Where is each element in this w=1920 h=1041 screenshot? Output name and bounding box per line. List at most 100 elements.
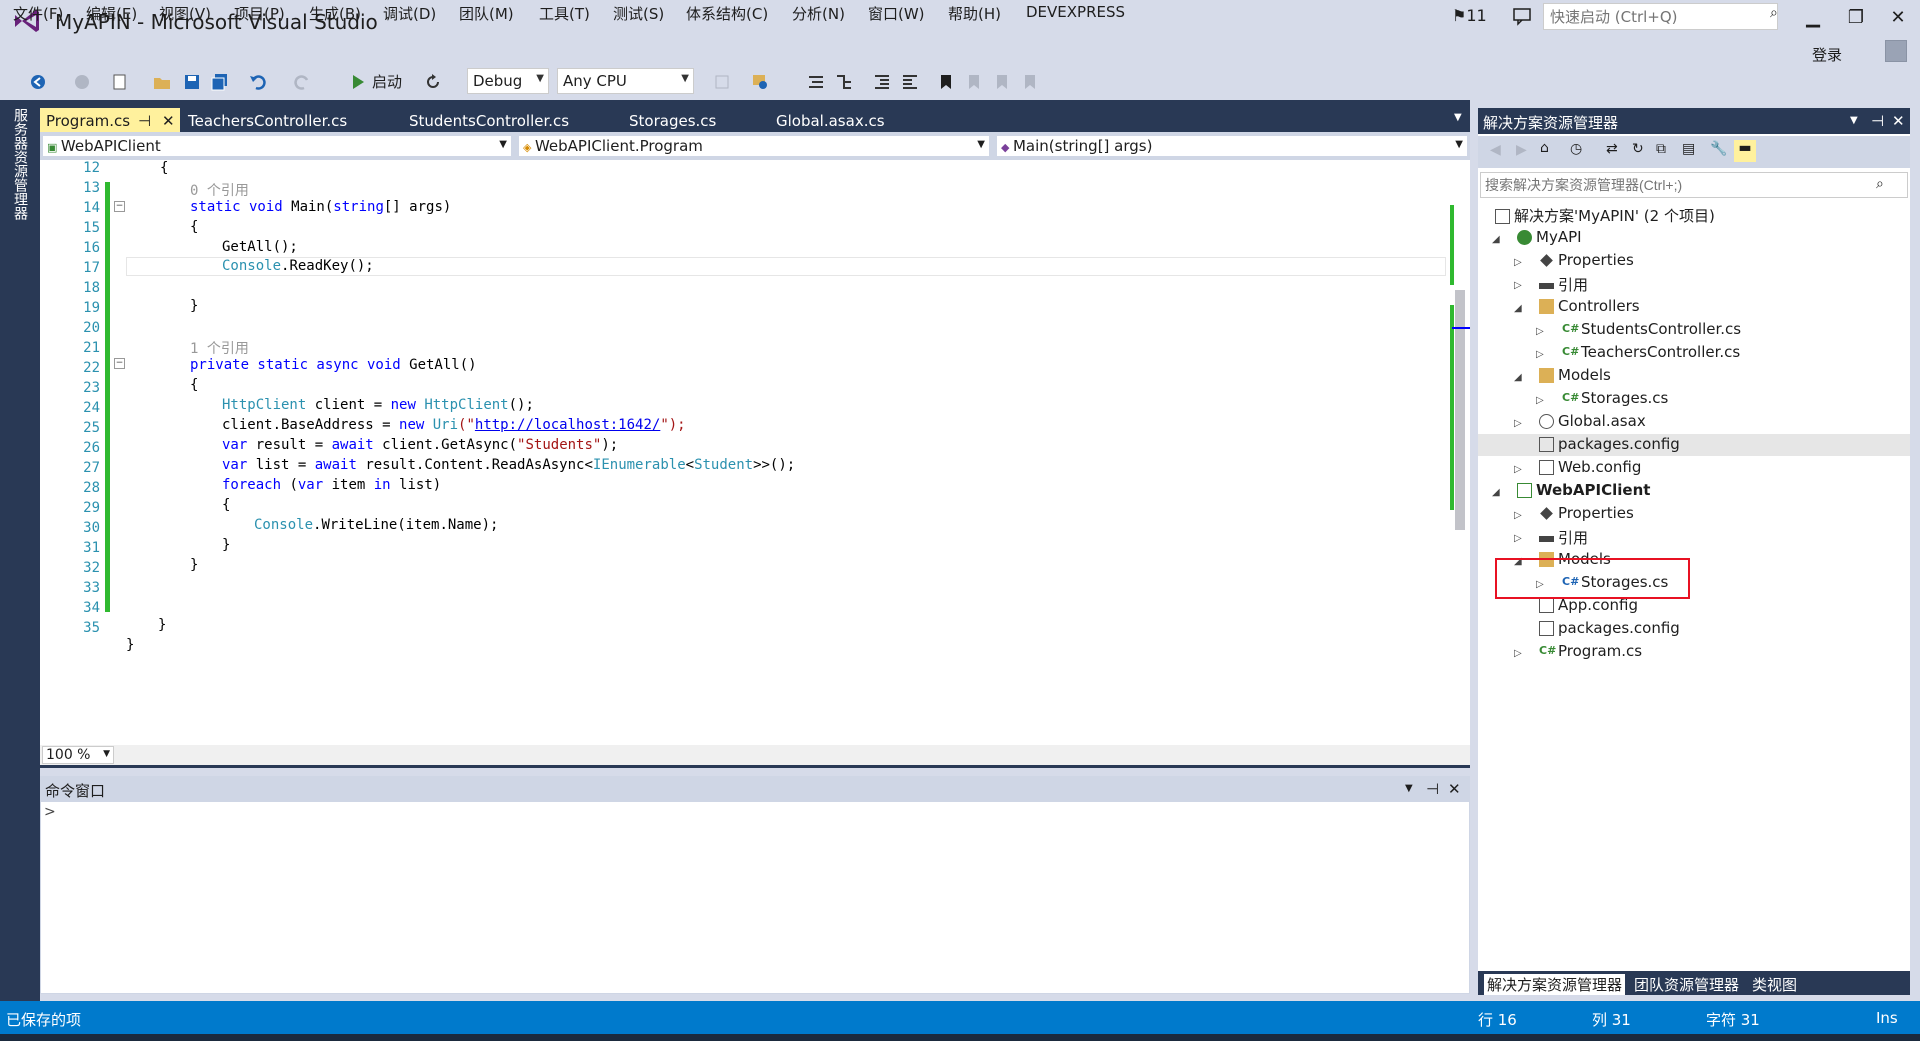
configuration-select[interactable]: Debug ▼ [467, 68, 549, 94]
next-bookmark-icon[interactable] [992, 72, 1012, 92]
tab-overflow-icon[interactable]: ▼ [1454, 112, 1462, 123]
quick-launch-input[interactable] [1543, 3, 1778, 30]
start-debug-icon[interactable] [348, 72, 368, 92]
expanded-icon[interactable]: ◢ [1492, 234, 1500, 245]
collapse-all-icon[interactable]: ⧉ [1656, 141, 1666, 157]
class-dropdown[interactable]: ◈ WebAPIClient.Program ▼ [518, 135, 990, 157]
login-link[interactable]: 登录 [1812, 44, 1842, 65]
start-button[interactable]: 启动 [372, 71, 402, 92]
collapsed-icon[interactable]: ▷ [1514, 464, 1522, 475]
close-icon[interactable]: ✕ [1892, 112, 1905, 130]
tab-class-view[interactable]: 类视图 [1752, 974, 1797, 995]
server-explorer-tab[interactable] [0, 100, 40, 1018]
tab-storages-cs[interactable]: Storages.cs [623, 108, 722, 132]
collapsed-icon[interactable]: ▷ [1536, 349, 1544, 360]
open-file-icon[interactable] [152, 72, 172, 92]
platform-select[interactable]: Any CPU ▼ [557, 68, 694, 94]
tree-item-teacherscontroller[interactable]: C# TeachersController.cs [1562, 343, 1740, 361]
home-icon[interactable]: ⌂ [1540, 140, 1549, 156]
menu-window[interactable]: 窗口(W) [868, 3, 925, 24]
collapsed-icon[interactable]: ▷ [1536, 326, 1544, 337]
expanded-icon[interactable]: ◢ [1492, 487, 1500, 498]
collapsed-icon[interactable]: ▷ [1536, 395, 1544, 406]
tree-item-web-config[interactable]: Web.config [1539, 458, 1641, 476]
member-dropdown[interactable]: ◆ Main(string[] args) ▼ [996, 135, 1468, 157]
refresh-icon[interactable] [423, 72, 443, 92]
menu-file[interactable]: 文件(F) [13, 3, 63, 24]
tree-item-packages-config[interactable]: packages.config [1539, 435, 1680, 453]
clear-bookmarks-icon[interactable] [1020, 72, 1040, 92]
tree-item-program-cs[interactable]: C# Program.cs [1539, 642, 1642, 660]
save-icon[interactable] [182, 72, 202, 92]
solution-explorer-search-input[interactable] [1480, 172, 1908, 198]
history-icon[interactable]: ◷ [1570, 141, 1582, 157]
collapsed-icon[interactable]: ▷ [1514, 418, 1522, 429]
editor-vertical-scrollbar[interactable] [1450, 160, 1470, 745]
indent-icon[interactable] [872, 72, 892, 92]
collapsed-icon[interactable]: ▷ [1514, 648, 1522, 659]
collapsed-icon[interactable]: ▷ [1514, 533, 1522, 544]
tab-global-asax-cs[interactable]: Global.asax.cs [770, 108, 891, 132]
tree-item-storages[interactable]: C# Storages.cs [1562, 389, 1668, 407]
back-icon[interactable] [28, 72, 48, 92]
menu-architecture[interactable]: 体系结构(C) [686, 3, 768, 24]
collapsed-icon[interactable]: ▷ [1514, 510, 1522, 521]
preview-icon[interactable]: ▬ [1734, 140, 1756, 162]
tree-item-controllers[interactable]: Controllers [1539, 297, 1640, 315]
show-all-files-icon[interactable]: ▤ [1682, 141, 1695, 157]
undo-icon[interactable] [248, 72, 268, 92]
outline-icon[interactable] [806, 72, 826, 92]
collapse-icon[interactable]: − [114, 201, 125, 212]
tree-item-myapi[interactable]: MyAPI [1517, 228, 1582, 246]
menu-project[interactable]: 项目(P) [234, 3, 285, 24]
tree-item-properties-client[interactable]: Properties [1539, 504, 1634, 522]
tree-solution[interactable]: 解决方案'MyAPIN' (2 个项目) [1495, 205, 1715, 226]
close-window-button[interactable]: ✕ [1880, 4, 1916, 32]
tree-item-references-client[interactable]: 引用 [1539, 527, 1588, 548]
bookmark-icon[interactable] [936, 72, 956, 92]
expanded-icon[interactable]: ◢ [1514, 372, 1522, 383]
properties-icon[interactable]: 🔧 [1710, 141, 1727, 157]
pin-icon[interactable]: ⊣ [1871, 112, 1884, 130]
menu-edit[interactable]: 编辑(E) [86, 3, 137, 24]
menu-team[interactable]: 团队(M) [459, 3, 514, 24]
minimize-button[interactable]: ▁ [1795, 4, 1831, 32]
attach-icon[interactable] [712, 72, 732, 92]
notifications-button[interactable]: ⚑11 [1452, 6, 1487, 25]
tree-item-models[interactable]: Models [1539, 366, 1611, 384]
forward-icon[interactable] [72, 72, 92, 92]
chevron-down-icon[interactable]: ▼ [1405, 783, 1413, 794]
code-lens-reference[interactable]: 0 个引用 [190, 180, 249, 200]
find-icon[interactable] [750, 72, 770, 92]
zoom-select[interactable]: 100 % ▼ [42, 746, 114, 764]
pin-icon[interactable]: ⊣ [1426, 780, 1439, 798]
save-all-icon[interactable] [210, 72, 230, 92]
menu-view[interactable]: 视图(V) [159, 3, 211, 24]
tab-team-explorer[interactable]: 团队资源管理器 [1634, 974, 1739, 995]
tab-teacherscontroller-cs[interactable]: TeachersController.cs [182, 108, 353, 132]
menu-analyze[interactable]: 分析(N) [792, 3, 845, 24]
prev-bookmark-icon[interactable] [964, 72, 984, 92]
tab-solution-explorer[interactable]: 解决方案资源管理器 [1484, 974, 1626, 995]
menu-help[interactable]: 帮助(H) [948, 3, 1001, 24]
menu-tools[interactable]: 工具(T) [539, 3, 590, 24]
restore-button[interactable]: ❐ [1838, 4, 1874, 32]
chevron-down-icon[interactable]: ▼ [1850, 115, 1858, 126]
tree-item-studentscontroller[interactable]: C# StudentsController.cs [1562, 320, 1741, 338]
pin-icon[interactable]: ⊣ [138, 112, 151, 130]
expanded-icon[interactable]: ◢ [1514, 303, 1522, 314]
redo-icon[interactable] [292, 72, 312, 92]
refresh-icon[interactable]: ↻ [1632, 141, 1644, 157]
menu-debug[interactable]: 调试(D) [383, 3, 436, 24]
sync-icon[interactable]: ⇄ [1606, 141, 1618, 157]
menu-test[interactable]: 测试(S) [613, 3, 664, 24]
tab-program-cs[interactable]: Program.cs ⊣ ✕ [40, 108, 180, 132]
tab-studentscontroller-cs[interactable]: StudentsController.cs [403, 108, 575, 132]
tree-item-webapiclient[interactable]: WebAPIClient [1517, 481, 1650, 499]
editor-horizontal-scrollbar[interactable] [40, 745, 1470, 765]
new-project-icon[interactable] [110, 72, 130, 92]
collapsed-icon[interactable]: ▷ [1514, 280, 1522, 291]
collapsed-icon[interactable]: ▷ [1514, 257, 1522, 268]
outdent-icon[interactable] [900, 72, 920, 92]
structure-icon[interactable] [834, 72, 854, 92]
